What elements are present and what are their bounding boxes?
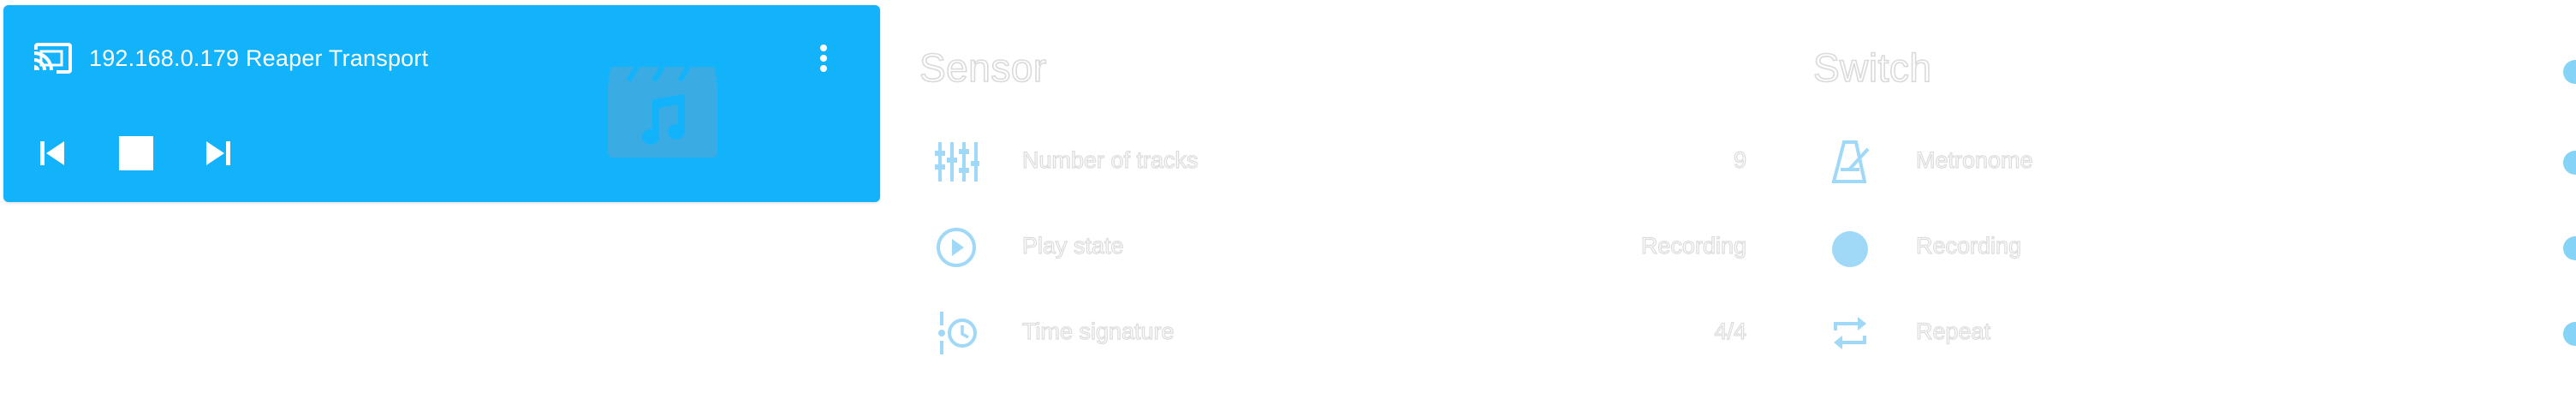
media-controls [33,134,238,173]
timeline-clock-icon [933,310,979,356]
sensor-row-value: 4/4 [1714,318,1747,344]
sensor-row-label: Number of tracks [1021,146,1199,173]
sensor-row-label: Play state [1021,232,1124,259]
sensor-row-label: Time signature [1021,318,1175,344]
movie-music-icon [603,62,723,161]
skip-previous-icon[interactable] [33,134,72,173]
switch-row-label: Repeat [1915,318,1991,344]
more-vert-icon[interactable] [812,41,836,75]
sensor-title: Sensor [919,45,1047,91]
equalizer-icon [933,139,979,185]
skip-next-icon[interactable] [199,134,238,173]
toggle-track [2563,322,2576,346]
stop-icon[interactable] [116,134,156,173]
record-icon [1827,224,1873,271]
sensor-row-value: 9 [1733,146,1746,173]
switch-row-label: Recording [1915,232,2022,259]
toggle-track [2563,236,2576,260]
toggle-track [2563,60,2576,84]
recording-toggle[interactable] [2563,226,2576,264]
metronome-icon [1827,139,1873,185]
switch-row-label: Metronome [1915,146,2033,173]
switch-title: Switch [1812,45,1932,91]
repeat-toggle[interactable] [2563,312,2576,349]
media-player-card: 192.168.0.179 Reaper Transport [3,5,880,202]
metronome-toggle[interactable] [2563,140,2576,178]
media-header: 192.168.0.179 Reaper Transport [33,39,428,77]
sensor-row-value: Recording [1640,232,1746,259]
media-player-title: 192.168.0.179 Reaper Transport [89,45,429,71]
cast-icon[interactable] [33,41,74,75]
repeat-icon [1827,310,1873,356]
toggle-track [2563,151,2576,175]
master-toggle[interactable] [2563,50,2576,87]
play-circle-icon [933,224,979,271]
